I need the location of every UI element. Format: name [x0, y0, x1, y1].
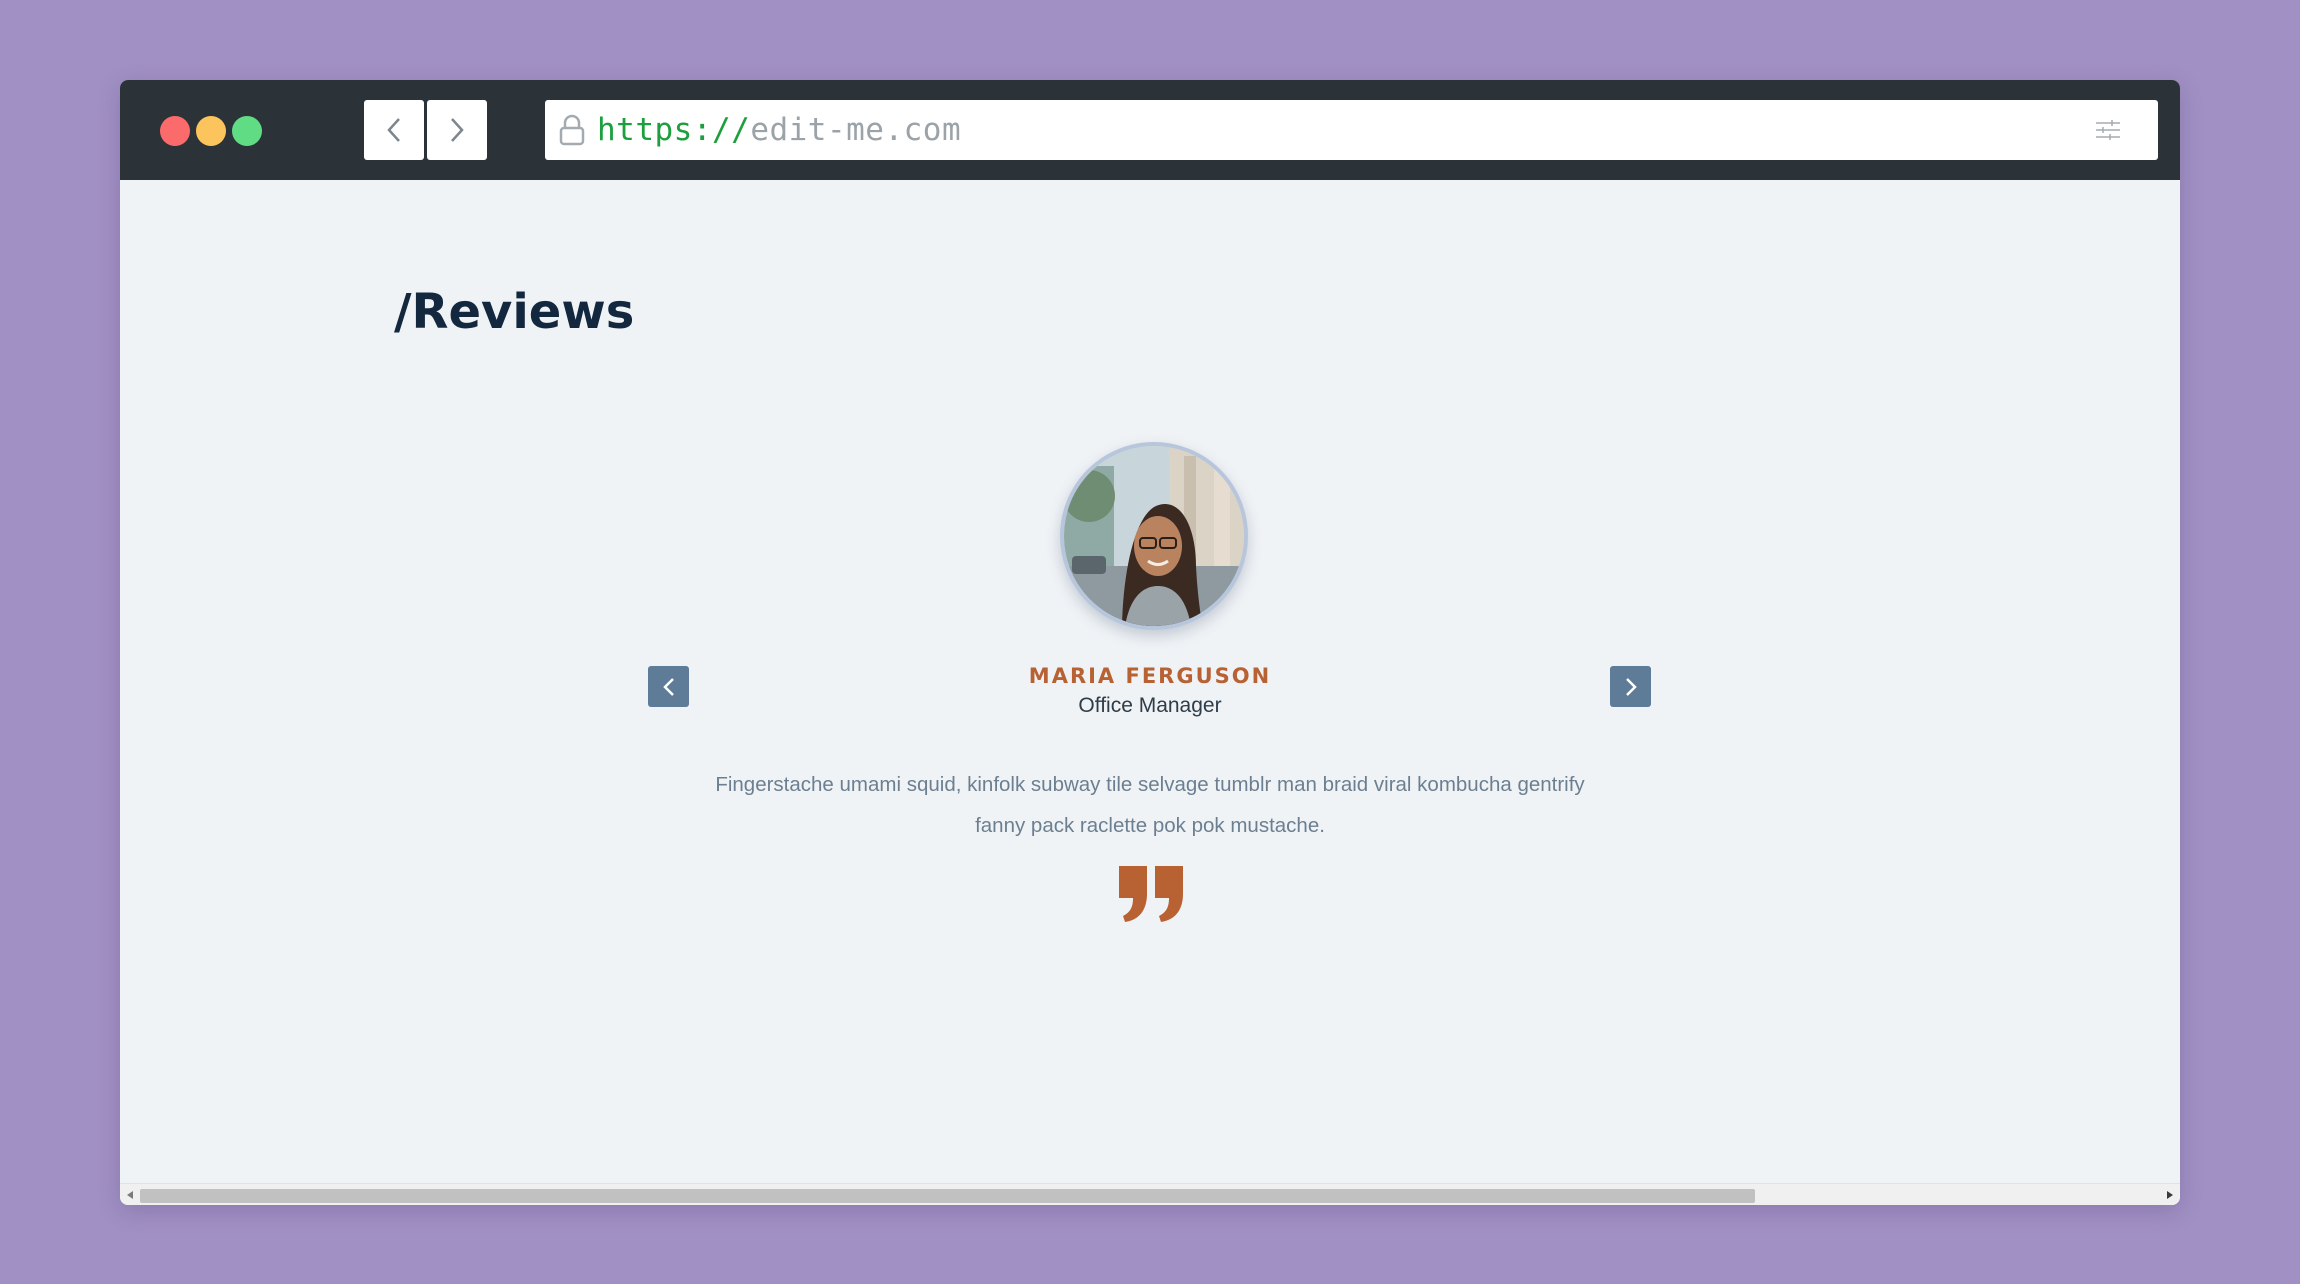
settings-button[interactable]: [2078, 100, 2138, 160]
reviewer-name: MARIA FERGUSON: [1028, 664, 1272, 688]
review-text: Fingerstache umami squid, kinfolk subway…: [715, 773, 1585, 837]
avatar: [1060, 442, 1248, 630]
sliders-icon: [2096, 120, 2120, 140]
quote-icon: [1119, 866, 1183, 922]
scrollbar-thumb[interactable]: [140, 1189, 1755, 1203]
browser-toolbar: https://edit-me.com: [120, 80, 2180, 180]
url-host: edit-me.com: [750, 112, 962, 148]
url-scheme: https://: [597, 112, 751, 148]
reviewer-role: Office Manager: [1078, 694, 1222, 717]
scroll-right-arrow[interactable]: [2167, 1191, 2173, 1199]
chevron-right-icon: [451, 118, 464, 142]
scroll-left-arrow[interactable]: [127, 1191, 133, 1199]
close-window-dot[interactable]: [160, 116, 190, 146]
reviewer-photo: [1064, 446, 1244, 626]
address-bar[interactable]: https://edit-me.com: [545, 100, 2158, 160]
maximize-window-dot[interactable]: [232, 116, 262, 146]
back-button[interactable]: [364, 100, 424, 160]
page-content: /Reviews MARIA FERGUSON Office Manager F…: [120, 180, 2180, 1205]
forward-button[interactable]: [427, 100, 487, 160]
browser-window: https://edit-me.com /Reviews MARIA FERGU…: [120, 80, 2180, 1205]
page-title: /Reviews: [394, 284, 635, 340]
horizontal-scrollbar[interactable]: [120, 1183, 2180, 1205]
minimize-window-dot[interactable]: [196, 116, 226, 146]
lock-icon: [559, 114, 585, 146]
url-text: https://edit-me.com: [597, 112, 961, 148]
chevron-left-icon: [387, 118, 400, 142]
